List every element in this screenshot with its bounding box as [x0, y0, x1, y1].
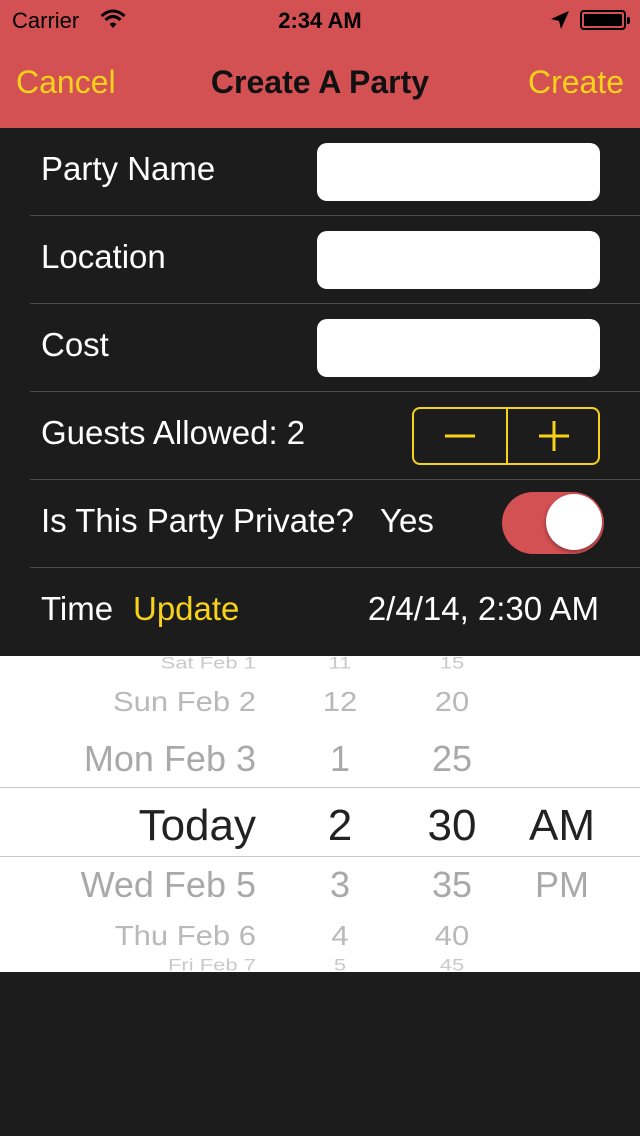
picker-minute-item[interactable]: 35: [400, 864, 504, 906]
date-time-picker[interactable]: Sat Feb 1 Sun Feb 2 Mon Feb 3 Today Wed Feb …: [0, 656, 640, 972]
guests-increment-button[interactable]: [508, 409, 600, 463]
picker-minute-item[interactable]: 15: [400, 656, 504, 673]
picker-hour-item[interactable]: 1: [290, 738, 390, 780]
picker-ampm-item[interactable]: AM: [512, 801, 612, 851]
picker-minute-item[interactable]: 30: [400, 801, 504, 851]
plus-icon: [539, 421, 569, 451]
time-label: Time: [41, 590, 114, 627]
private-label: Is This Party Private?: [41, 502, 355, 539]
party-name-input[interactable]: [317, 143, 600, 201]
picker-hour-item[interactable]: 4: [290, 920, 390, 952]
private-row: Is This Party Private? Yes: [30, 480, 640, 568]
picker-hour-item[interactable]: 11: [290, 656, 390, 673]
picker-minute-item[interactable]: 45: [400, 955, 504, 972]
time-row: Time Update 2/4/14, 2:30 AM: [30, 568, 640, 656]
guests-decrement-button[interactable]: [414, 409, 506, 463]
party-name-row: Party Name: [30, 128, 640, 216]
cost-row: Cost: [30, 304, 640, 392]
cost-input[interactable]: [317, 319, 600, 377]
picker-date-item[interactable]: Wed Feb 5: [0, 864, 256, 906]
create-button[interactable]: Create: [528, 64, 624, 101]
picker-hour-item[interactable]: 12: [290, 686, 390, 718]
location-row: Location: [30, 216, 640, 304]
picker-date-item[interactable]: Today: [0, 801, 256, 851]
picker-ampm-item[interactable]: PM: [512, 864, 612, 906]
minus-icon: [445, 434, 475, 438]
picker-date-item[interactable]: Sat Feb 1: [0, 656, 256, 673]
time-value: 2/4/14, 2:30 AM: [367, 590, 599, 627]
update-time-button[interactable]: Update: [133, 590, 239, 628]
guests-row: Guests Allowed: 2: [30, 392, 640, 480]
picker-hour-item[interactable]: 5: [290, 955, 390, 972]
picker-date-item[interactable]: Mon Feb 3: [0, 738, 256, 780]
party-name-label: Party Name: [41, 150, 216, 187]
cost-label: Cost: [41, 326, 109, 363]
status-time: 2:34 AM: [278, 8, 362, 33]
picker-minute-item[interactable]: 40: [400, 920, 504, 952]
location-input[interactable]: [317, 231, 600, 289]
guests-stepper: [412, 407, 600, 465]
picker-selection-top-line: [0, 787, 640, 788]
status-bar: Carrier 2:34 AM: [0, 0, 640, 40]
picker-date-item[interactable]: Thu Feb 6: [0, 920, 256, 952]
private-value: Yes: [380, 502, 434, 539]
guests-allowed-label: Guests Allowed: 2: [41, 414, 306, 451]
picker-minute-item[interactable]: 25: [400, 738, 504, 780]
picker-date-item[interactable]: Sun Feb 2: [0, 686, 256, 718]
picker-hour-item[interactable]: 2: [290, 801, 390, 851]
private-toggle[interactable]: [502, 492, 604, 554]
location-arrow-icon: [551, 11, 569, 29]
picker-selection-bottom-line: [0, 856, 640, 857]
picker-hour-item[interactable]: 3: [290, 864, 390, 906]
location-label: Location: [41, 238, 166, 275]
picker-date-item[interactable]: Fri Feb 7: [0, 955, 256, 972]
battery-icon: [580, 10, 630, 30]
toggle-knob: [546, 494, 602, 550]
picker-minute-item[interactable]: 20: [400, 686, 504, 718]
navigation-header: Carrier 2:34 AM Cancel Create A Party Cr…: [0, 0, 640, 128]
